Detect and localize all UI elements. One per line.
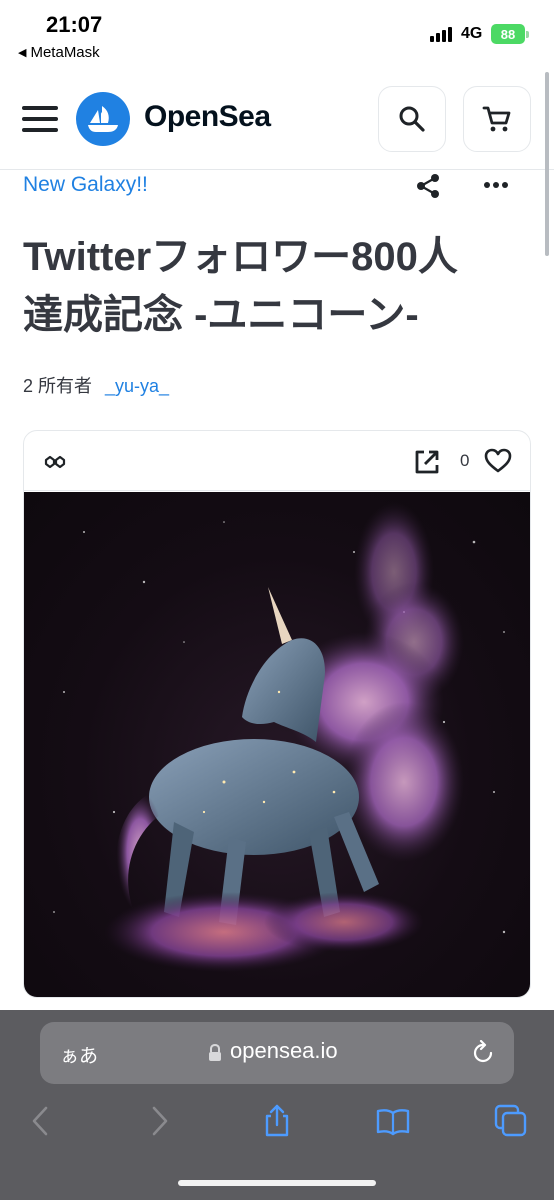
tabs-icon[interactable] — [494, 1104, 528, 1138]
back-icon[interactable] — [24, 1104, 58, 1138]
cart-icon — [482, 106, 511, 132]
nft-image[interactable] — [24, 492, 530, 997]
reload-icon[interactable] — [470, 1040, 496, 1066]
heart-icon[interactable] — [484, 447, 512, 475]
status-time: 21:07 — [46, 12, 103, 37]
address-bar[interactable]: ぁあ opensea.io — [40, 1022, 514, 1084]
share-sheet-icon[interactable] — [260, 1104, 294, 1138]
site-header: OpenSea — [0, 70, 554, 170]
card-toolbar: 0 — [24, 431, 530, 491]
status-bar: 21:07 ◀ MetaMask 4G 88 — [0, 0, 554, 70]
item-title: Twitterフォロワー800人 達成記念 -ユニコーン- — [23, 228, 523, 344]
share-icon[interactable] — [414, 172, 442, 200]
lock-icon — [209, 1044, 221, 1061]
reader-options-button[interactable]: ぁあ — [60, 1041, 98, 1068]
more-options-icon[interactable] — [484, 182, 508, 188]
polygon-chain-icon — [44, 455, 66, 469]
url-text[interactable]: opensea.io — [230, 1038, 338, 1064]
battery-tip — [526, 31, 529, 38]
signal-icon — [430, 26, 452, 42]
back-triangle-icon: ◀ — [18, 47, 27, 59]
search-icon — [399, 106, 425, 132]
logo-text[interactable]: OpenSea — [144, 100, 271, 134]
owner-link[interactable]: _yu-ya_ — [105, 376, 169, 396]
back-app-label: MetaMask — [30, 44, 100, 61]
back-to-app-link[interactable]: ◀ MetaMask — [18, 44, 100, 61]
opensea-logo-icon[interactable] — [76, 92, 130, 146]
collection-link[interactable]: New Galaxy!! — [23, 173, 148, 197]
owners-label: 2 所有者 — [23, 376, 93, 396]
search-button[interactable] — [378, 86, 446, 152]
bookmarks-icon[interactable] — [376, 1104, 410, 1138]
scroll-indicator[interactable] — [545, 72, 549, 256]
browser-toolbar: ぁあ opensea.io — [0, 1010, 554, 1200]
browser-nav-row — [0, 1098, 554, 1148]
like-count: 0 — [460, 451, 470, 470]
cart-button[interactable] — [463, 86, 531, 152]
network-label: 4G — [461, 25, 483, 42]
battery-icon: 88 — [491, 24, 525, 44]
owners-row: 2 所有者 _yu-ya_ — [23, 372, 169, 398]
item-title-line1: Twitterフォロワー800人 — [23, 235, 458, 279]
external-link-icon[interactable] — [414, 449, 440, 475]
item-title-line2: 達成記念 -ユニコーン- — [23, 293, 419, 337]
home-indicator[interactable] — [178, 1180, 376, 1186]
item-card: 0 — [23, 430, 531, 998]
forward-icon[interactable] — [142, 1104, 176, 1138]
menu-icon[interactable] — [22, 106, 58, 132]
battery-level: 88 — [500, 26, 516, 42]
